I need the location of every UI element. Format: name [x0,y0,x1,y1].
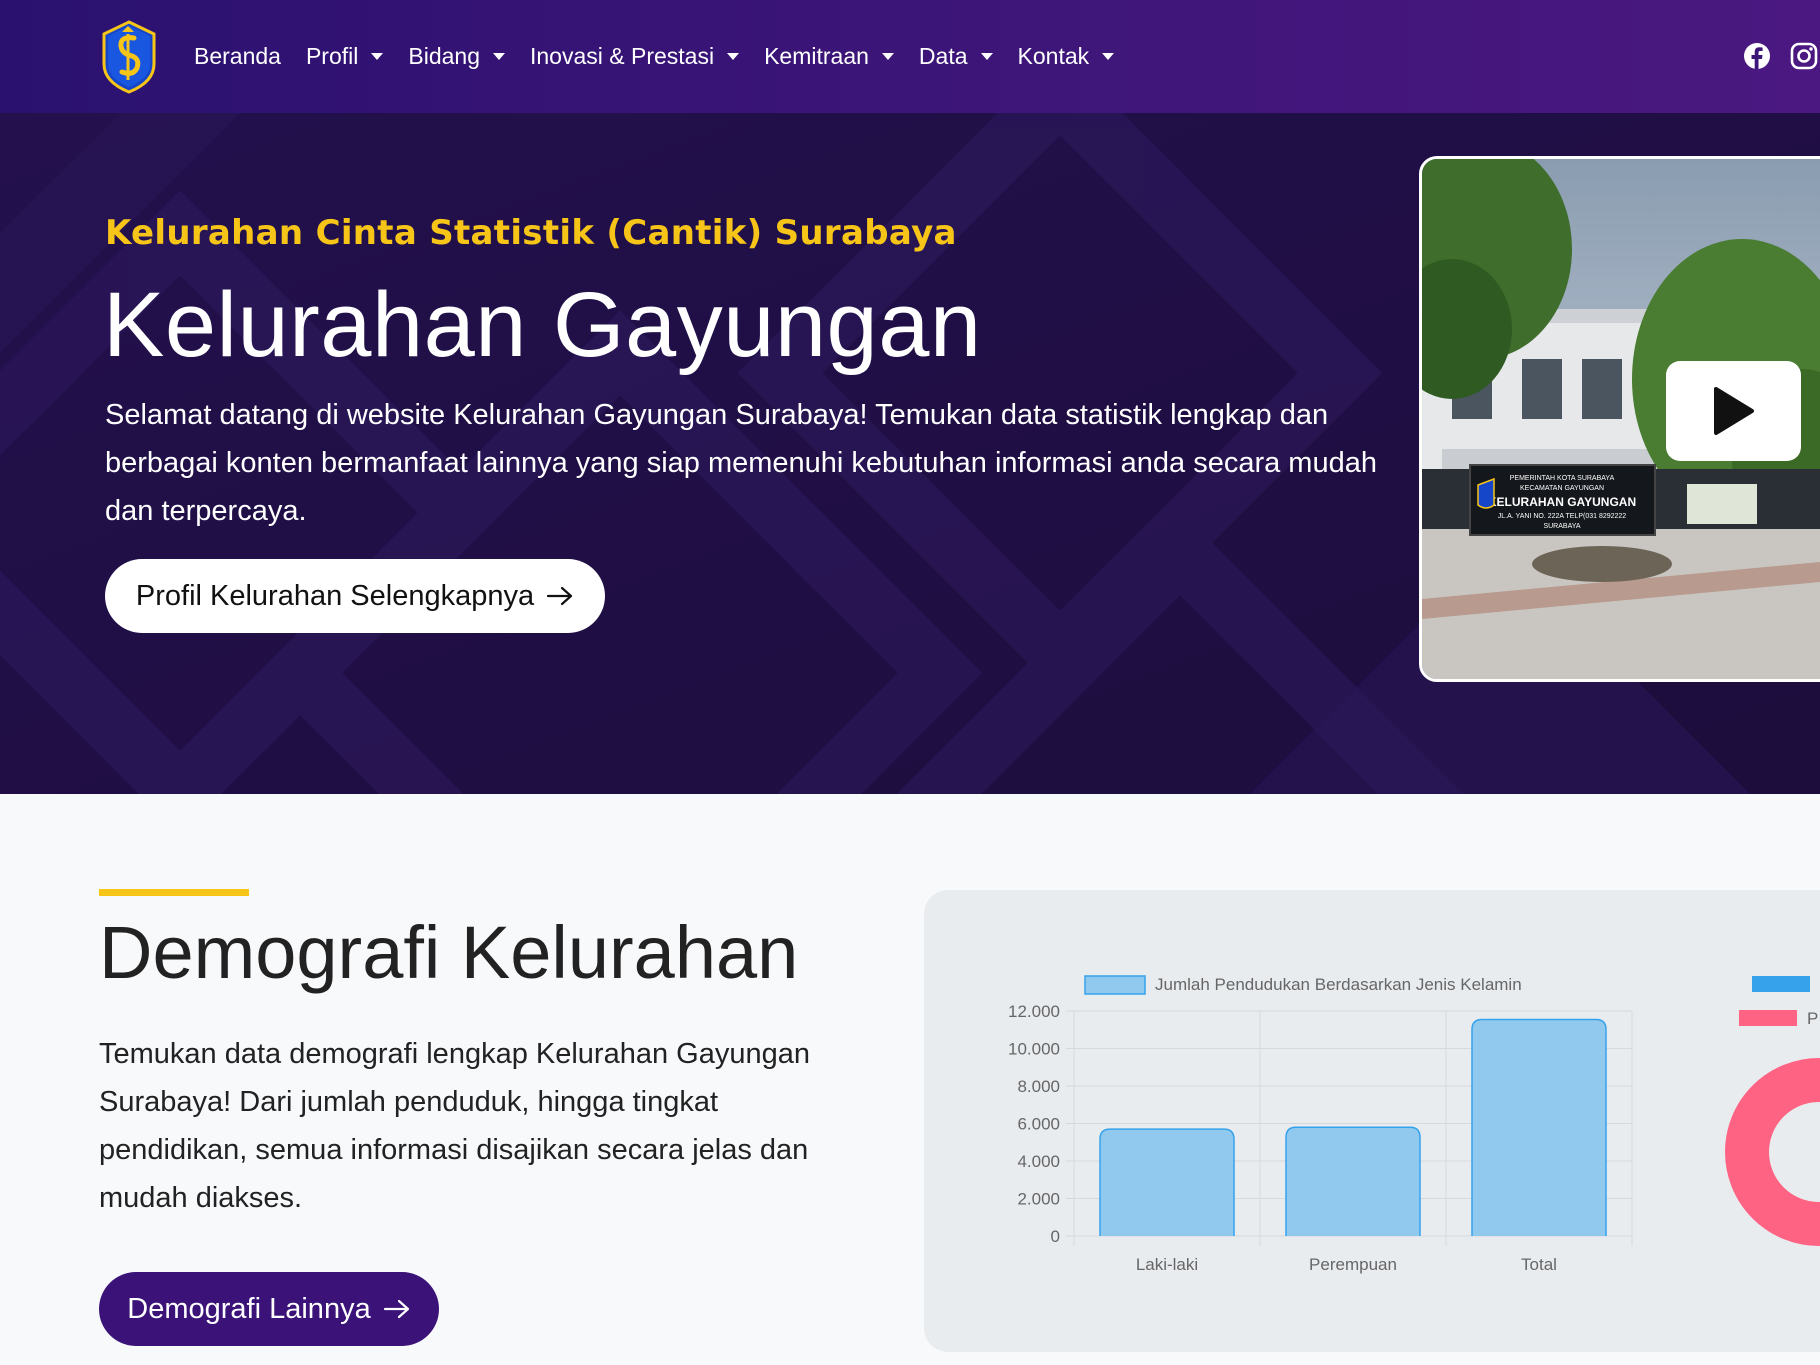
nav-item-label: Beranda [194,43,281,69]
sign-line-3: KELURAHAN GAYUNGAN [1488,495,1636,509]
main-navbar: Beranda Profil Bidang Inovasi & Prestasi Kem… [0,0,1820,113]
caret-down-icon [881,53,894,60]
nav-item-bidang[interactable]: Bidang [408,43,505,70]
hero-description: Selamat datang di website Kelurahan Gayu… [105,399,1377,527]
demografi-title: Demografi Kelurahan [99,911,799,994]
play-icon [1713,387,1754,435]
nav-item-label: Kontak [1017,43,1090,69]
play-button[interactable] [1666,361,1801,461]
nav-item-beranda[interactable]: Beranda [194,43,281,70]
nav-item-label: Profil [305,43,359,69]
hero-subtitle: Kelurahan Cinta Statistik (Cantik) Surab… [105,213,957,253]
hero-title: Kelurahan Gayungan [103,274,982,376]
y-tick-label: 12.000 [1008,1002,1060,1021]
gender-bar-chart: Jumlah Pendudukan Berdasarkan Jenis Kela… [1008,975,1820,1274]
bar-total [1471,1018,1607,1236]
nav-item-label: Inovasi & Prestasi [530,43,715,69]
legend-swatch [1084,975,1146,995]
nav-item-profil[interactable]: Profil [305,43,384,70]
section-accent-bar [99,889,249,896]
caret-down-icon [493,53,505,60]
demografi-more-button-label: Demografi Lainnya [127,1292,371,1325]
bar-laki-laki [1099,1128,1235,1236]
x-tick-label: Perempuan [1309,1255,1397,1274]
nav-menu: Beranda Profil Bidang Inovasi & Prestasi Kem… [194,0,1139,113]
y-tick-label: 4.000 [1017,1152,1060,1171]
y-tick-label: 8.000 [1017,1077,1060,1096]
x-tick-label: Laki-laki [1136,1255,1198,1274]
demografi-chart-panel: Jumlah Pendudukan Berdasarkan Jenis Kela… [924,890,1820,1352]
nav-item-label: Kemitraan [764,43,869,69]
caret-down-icon [1102,53,1115,60]
profile-detail-button-label: Profil Kelurahan Selengkapnya [135,579,535,612]
doughnut-legend-swatch-1 [1752,976,1810,992]
sign-line-2: KECAMATAN GAYUNGAN [1520,485,1604,492]
y-tick-label: 6.000 [1017,1115,1060,1134]
nav-item-label: Data [918,43,968,69]
surabaya-logo[interactable] [100,20,158,94]
y-tick-label: 10.000 [1008,1040,1060,1059]
office-video-thumbnail[interactable]: PEMERINTAH KOTA SURABAYA KECAMATAN GAYUN… [1419,156,1820,682]
caret-down-icon [980,53,993,60]
demografi-description: Temukan data demografi lengkap Kelurahan… [99,1038,810,1214]
nav-item-data[interactable]: Data [919,43,993,70]
nav-item-inovasi-prestasi[interactable]: Inovasi & Prestasi [530,43,740,70]
instagram-icon[interactable] [1790,42,1818,70]
legend-label: Jumlah Pendudukan Berdasarkan Jenis Kela… [1155,975,1522,994]
hero-section: Kelurahan Cinta Statistik (Cantik) Surab… [0,113,1820,794]
demografi-more-button[interactable]: Demografi Lainnya [99,1272,439,1346]
caret-down-icon [371,53,384,60]
doughnut-ring [1725,1058,1820,1246]
sign-line-1: PEMERINTAH KOTA SURABAYA [1510,475,1615,482]
doughnut-legend-label: P [1807,1009,1818,1028]
y-tick-label: 2.000 [1017,1190,1060,1209]
nav-item-kontak[interactable]: Kontak [1018,43,1115,70]
sign-line-4: JL.A. YANI NO. 222A TELP(031 8292222 [1498,513,1627,520]
sign-line-5: SURABAYA [1543,523,1580,530]
nav-item-kemitraan[interactable]: Kemitraan [764,43,894,70]
arrow-right-icon [547,586,573,606]
nav-item-label: Bidang [408,43,480,69]
caret-down-icon [727,53,740,60]
profile-detail-button[interactable]: Profil Kelurahan Selengkapnya [105,559,605,633]
y-tick-label: 0 [1051,1227,1060,1246]
arrow-right-icon [383,1299,409,1319]
doughnut-legend-swatch-2 [1739,1010,1797,1026]
x-tick-label: Total [1521,1255,1557,1274]
facebook-icon[interactable] [1743,42,1771,70]
bar-perempuan [1285,1126,1421,1236]
